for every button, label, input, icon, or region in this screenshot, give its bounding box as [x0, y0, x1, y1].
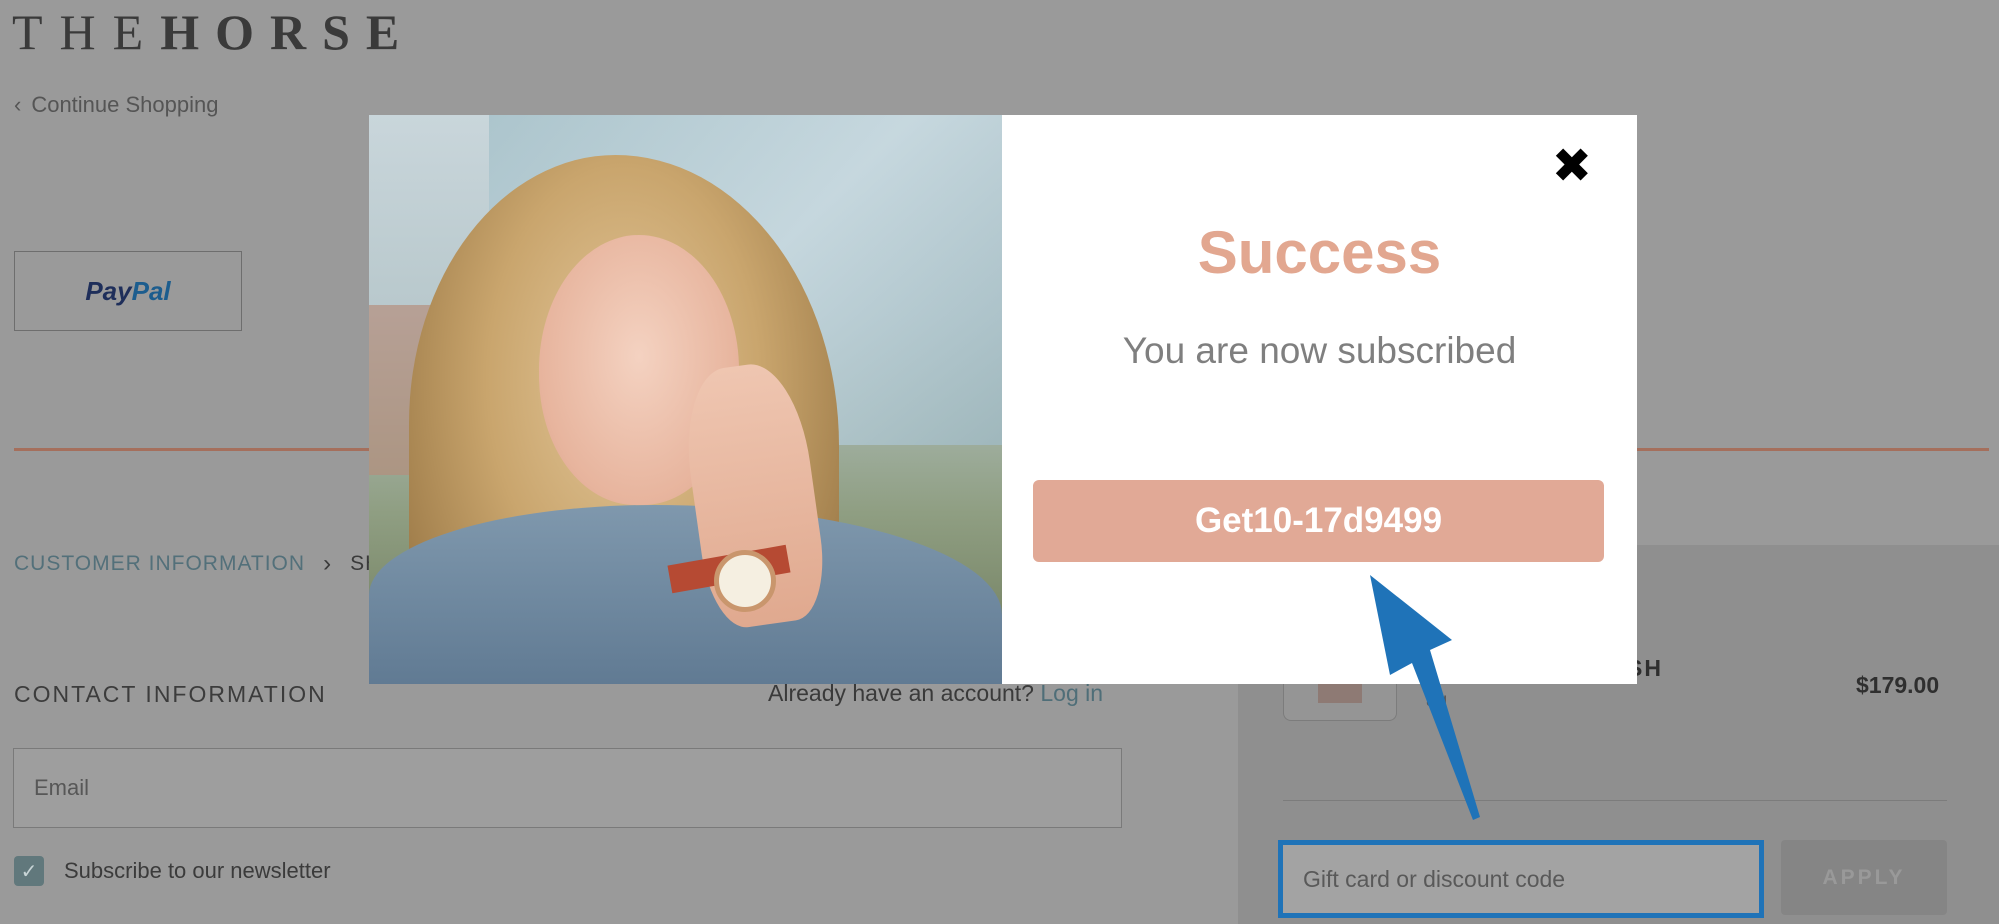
- breadcrumb-customer-information[interactable]: CUSTOMER INFORMATION: [14, 552, 305, 576]
- continue-shopping-label: Continue Shopping: [31, 92, 219, 117]
- watch-icon: [714, 550, 776, 612]
- product-price: $179.00: [1856, 672, 1940, 698]
- photo-jacket: [369, 505, 1002, 684]
- close-icon[interactable]: ✖: [1552, 143, 1592, 191]
- paypal-logo-pal: Pal: [131, 275, 171, 306]
- discount-code-placeholder: Gift card or discount code: [1303, 865, 1566, 892]
- paypal-logo-pay: Pay: [85, 275, 132, 306]
- store-logo[interactable]: THEHORSE: [12, 4, 415, 60]
- coupon-code-button[interactable]: Get10-17d9499: [1033, 480, 1604, 562]
- logo-text-horse: HORSE: [160, 4, 416, 60]
- chevron-right-icon: ›: [323, 550, 333, 577]
- apply-discount-button[interactable]: APPLY: [1781, 840, 1947, 915]
- modal-title: Success: [1197, 219, 1442, 286]
- chevron-left-icon: ‹: [14, 92, 22, 117]
- newsletter-label: Subscribe to our newsletter: [64, 858, 331, 883]
- contact-information-heading: CONTACT INFORMATION: [14, 681, 327, 707]
- newsletter-checkbox[interactable]: ✓: [14, 856, 44, 886]
- email-placeholder: Email: [34, 775, 90, 800]
- modal-content: ✖ Success You are now subscribed Get10-1…: [1002, 115, 1637, 684]
- email-field[interactable]: Email: [13, 748, 1122, 828]
- checkout-breadcrumb: CUSTOMER INFORMATION › SH: [14, 550, 381, 578]
- logo-text-the: THE: [12, 4, 161, 60]
- modal-message: You are now subscribed: [1122, 330, 1517, 371]
- continue-shopping-link[interactable]: ‹ Continue Shopping: [14, 92, 218, 118]
- account-prompt: Already have an account? Log in: [768, 680, 1103, 707]
- promo-photo: [369, 115, 1002, 684]
- newsletter-option[interactable]: ✓ Subscribe to our newsletter: [14, 856, 331, 886]
- paypal-button[interactable]: Pay Pal: [14, 251, 242, 331]
- annotation-arrow-icon: [1370, 575, 1480, 820]
- discount-code-input[interactable]: Gift card or discount code: [1278, 840, 1764, 918]
